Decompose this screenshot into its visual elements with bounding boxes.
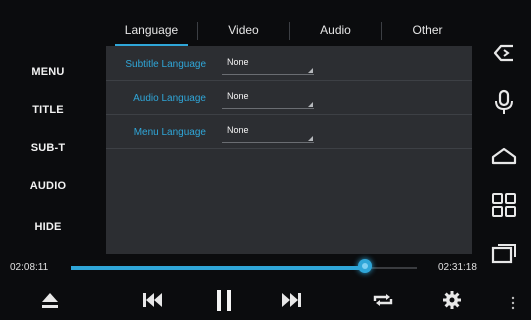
eject-icon[interactable] <box>38 288 62 312</box>
menu-language-row: Menu Language None <box>106 119 472 149</box>
previous-icon[interactable] <box>140 288 164 312</box>
audio-language-label: Audio Language <box>133 93 206 104</box>
tab-other[interactable]: Other <box>382 14 473 46</box>
settings-gear-icon[interactable] <box>440 288 464 312</box>
audio-language-dropdown[interactable]: None <box>227 91 249 101</box>
dropdown-arrow-icon <box>308 136 313 141</box>
dropdown-underline <box>222 74 314 75</box>
subtitle-language-row: Subtitle Language None <box>106 51 472 81</box>
subtitle-language-label: Subtitle Language <box>125 59 206 70</box>
menu-language-label: Menu Language <box>133 127 206 138</box>
current-time: 02:08:11 <box>10 262 49 273</box>
playback-progress: 02:08:11 02:31:18 <box>0 258 531 278</box>
system-nav-bar <box>476 40 531 270</box>
tab-video[interactable]: Video <box>198 14 289 46</box>
tab-video-label: Video <box>228 23 259 37</box>
tab-audio-label: Audio <box>320 23 351 37</box>
dropdown-underline <box>222 142 314 143</box>
tab-other-label: Other <box>412 23 443 37</box>
seek-bar-thumb[interactable] <box>358 259 372 273</box>
seek-bar-fill <box>71 266 365 270</box>
title-button[interactable]: TITLE <box>0 104 96 116</box>
menu-language-dropdown[interactable]: None <box>227 125 249 135</box>
dropdown-arrow-icon <box>308 102 313 107</box>
repeat-icon[interactable] <box>371 288 395 312</box>
home-icon[interactable] <box>491 143 517 169</box>
tab-language[interactable]: Language <box>106 14 197 46</box>
dropdown-underline <box>222 108 314 109</box>
settings-tabs: Language Video Audio Other <box>106 14 472 46</box>
subtitle-language-dropdown[interactable]: None <box>227 57 249 67</box>
apps-grid-icon[interactable] <box>491 192 517 218</box>
dropdown-arrow-icon <box>308 68 313 73</box>
pause-icon[interactable] <box>212 288 236 312</box>
microphone-icon[interactable] <box>491 89 517 115</box>
audio-button[interactable]: AUDIO <box>0 180 96 192</box>
total-time: 02:31:18 <box>438 262 477 273</box>
hide-button[interactable]: HIDE <box>0 221 96 233</box>
audio-language-row: Audio Language None <box>106 85 472 115</box>
subtitle-button[interactable]: SUB-T <box>0 142 96 154</box>
back-icon[interactable] <box>491 40 517 66</box>
next-icon[interactable] <box>280 288 304 312</box>
tab-audio[interactable]: Audio <box>290 14 381 46</box>
row-divider <box>106 114 472 115</box>
row-divider <box>106 148 472 149</box>
playback-controls <box>0 280 531 320</box>
tab-language-label: Language <box>124 23 179 37</box>
language-settings-panel: Subtitle Language None Audio Language No… <box>106 46 472 254</box>
menu-button[interactable]: MENU <box>0 66 96 78</box>
overflow-menu-icon[interactable] <box>511 296 515 310</box>
row-divider <box>106 80 472 81</box>
